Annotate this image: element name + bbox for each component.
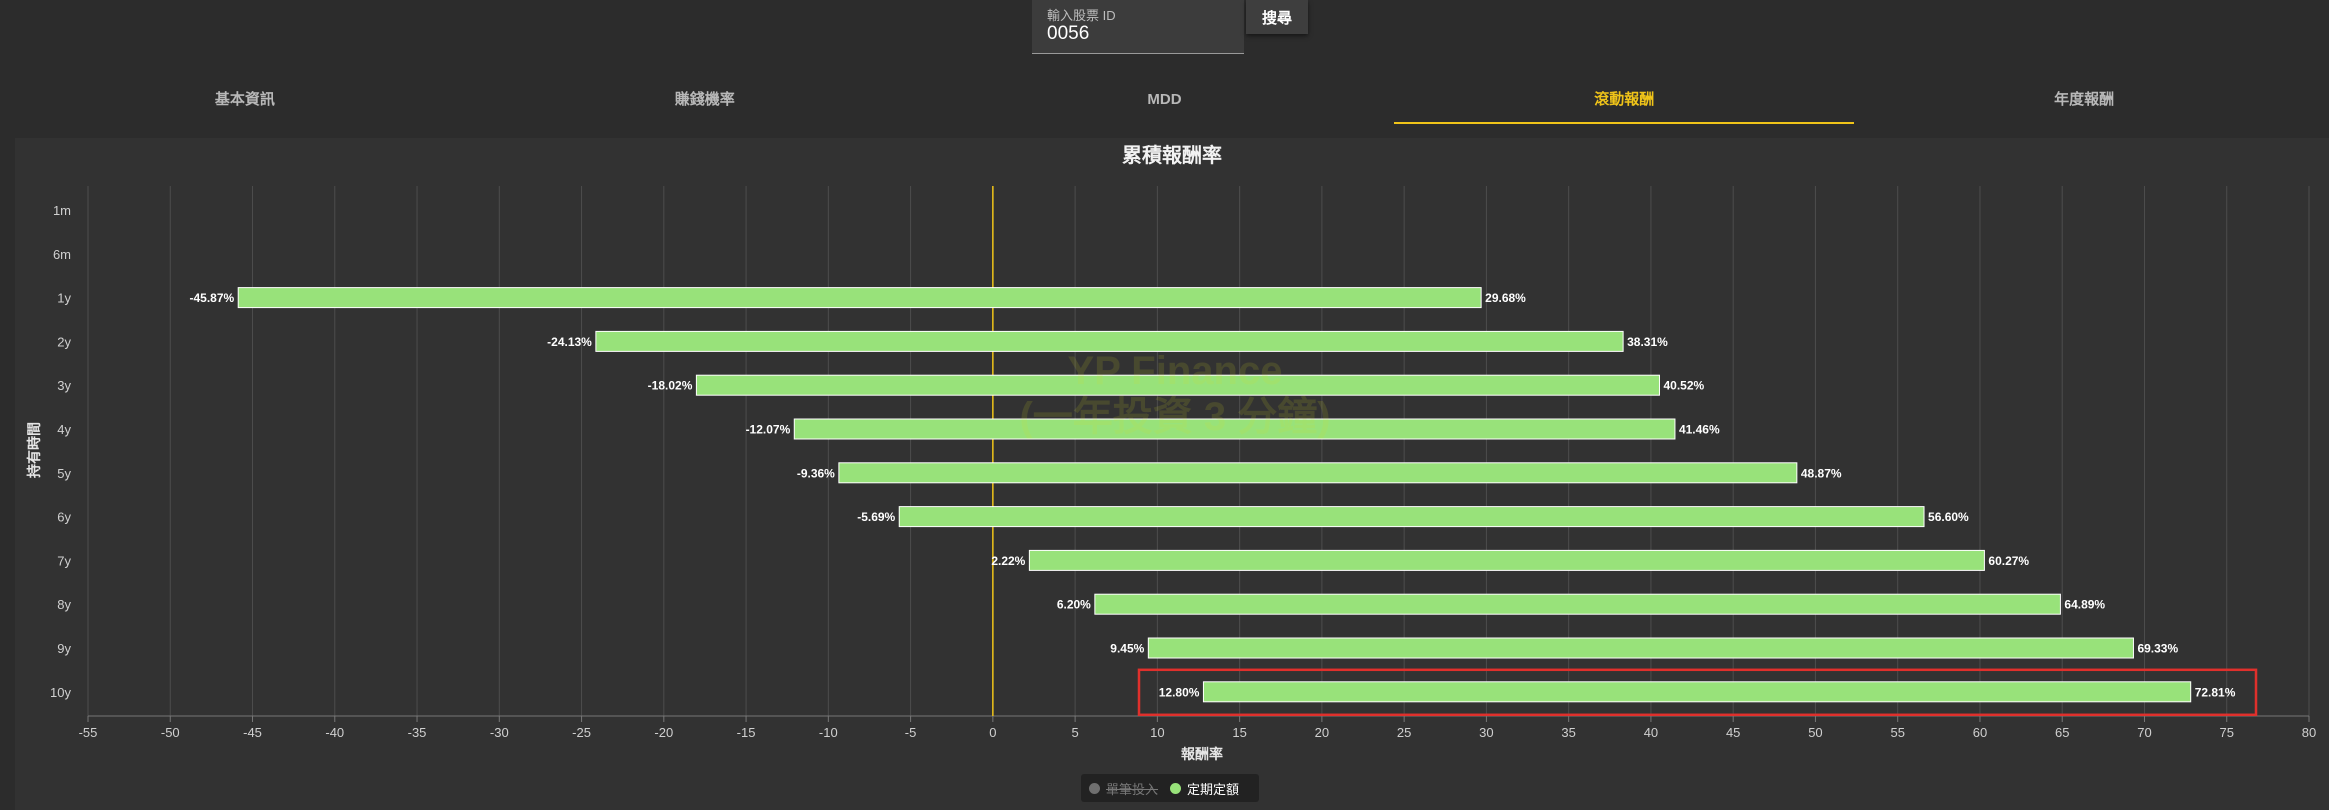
x-tick-label: 30 [1479, 725, 1493, 740]
tab-bar: 基本資訊 賺錢機率 MDD 滾動報酬 年度報酬 [0, 84, 2329, 126]
bar-min-label: -12.07% [746, 423, 791, 437]
bar-min-label: 2.22% [991, 554, 1025, 568]
y-tick-label: 3y [57, 378, 71, 393]
x-tick-label: -20 [654, 725, 673, 740]
x-tick-label: 10 [1150, 725, 1164, 740]
bar-2y [595, 330, 1624, 352]
legend-dot-icon [1089, 782, 1100, 794]
x-tick-label: 45 [1726, 725, 1740, 740]
x-tick-label: 20 [1315, 725, 1329, 740]
bar-min-label: -5.69% [857, 510, 895, 524]
legend-item-lump-sum[interactable]: 單筆投入 [1089, 779, 1158, 798]
bar-max-label: 38.31% [1627, 335, 1668, 349]
x-tick-label: 15 [1232, 725, 1246, 740]
bar-7y [1028, 549, 1985, 571]
bar-max-label: 41.46% [1679, 423, 1720, 437]
x-tick-label: 50 [1808, 725, 1822, 740]
y-tick-label: 8y [57, 597, 71, 612]
y-tick-label: 7y [57, 553, 71, 568]
x-tick-label: -55 [79, 725, 98, 740]
bar-min-label: 12.80% [1159, 685, 1200, 699]
tab-annual-return[interactable]: 年度報酬 [1854, 84, 2314, 126]
chart-legend: 單筆投入 定期定額 [1081, 774, 1259, 802]
bar-8y [1094, 593, 2061, 615]
y-tick-label: 2y [57, 334, 71, 349]
x-tick-label: -45 [243, 725, 262, 740]
bar-10y [1202, 681, 2192, 703]
bar-min-label: -24.13% [547, 335, 592, 349]
bar-max-label: 40.52% [1663, 379, 1704, 393]
y-tick-label: 1m [53, 203, 71, 218]
x-tick-label: 75 [2220, 725, 2234, 740]
x-tick-label: 35 [1561, 725, 1575, 740]
x-tick-label: 0 [989, 725, 996, 740]
x-tick-label: -50 [161, 725, 180, 740]
x-tick-label: 80 [2302, 725, 2316, 740]
x-tick-label: -30 [490, 725, 509, 740]
x-tick-label: -35 [408, 725, 427, 740]
x-tick-label: 55 [1890, 725, 1904, 740]
tab-basic-info[interactable]: 基本資訊 [15, 84, 475, 126]
tab-win-rate[interactable]: 賺錢機率 [475, 84, 935, 126]
bar-max-label: 64.89% [2064, 598, 2105, 612]
y-tick-label: 6y [57, 510, 71, 525]
tab-mdd[interactable]: MDD [935, 84, 1395, 126]
bar-min-label: 9.45% [1110, 642, 1144, 656]
x-tick-label: 40 [1644, 725, 1658, 740]
bar-max-label: 69.33% [2137, 642, 2178, 656]
bar-min-label: -45.87% [190, 291, 235, 305]
legend-label: 定期定額 [1187, 781, 1240, 797]
x-tick-label: 25 [1397, 725, 1411, 740]
bar-3y [695, 374, 1660, 396]
x-tick-label: 65 [2055, 725, 2069, 740]
bar-min-label: -18.02% [648, 379, 693, 393]
y-tick-label: 5y [57, 466, 71, 481]
rolling-return-chart: 累積報酬率-55 -50 -45 -40 -35 -30 -25 -20 -15 -10 -5 0 5 1… [26, 143, 2316, 762]
bar-max-label: 56.60% [1928, 510, 1969, 524]
legend-dot-icon [1170, 782, 1182, 794]
y-tick-label: 4y [57, 422, 71, 437]
chart-title: 累積報酬率 [1122, 143, 1222, 167]
x-tick-label: 5 [1071, 725, 1078, 740]
bar-max-label: 72.81% [2195, 685, 2236, 699]
y-tick-label: 10y [50, 685, 71, 700]
x-tick-label: -25 [572, 725, 591, 740]
y-tick-label: 1y [57, 291, 71, 306]
bar-6y [898, 506, 1925, 528]
x-tick-label: 60 [1973, 725, 1987, 740]
bar-max-label: 29.68% [1485, 291, 1526, 305]
bar-9y [1147, 637, 2134, 659]
x-tick-label: -15 [737, 725, 756, 740]
y-tick-label: 9y [57, 641, 71, 656]
tab-rolling-return[interactable]: 滾動報酬 [1394, 84, 1854, 126]
legend-item-dca[interactable]: 定期定額 [1170, 779, 1239, 798]
x-tick-label: -10 [819, 725, 838, 740]
x-tick-label: -40 [325, 725, 344, 740]
stock-id-field[interactable]: 輸入股票 ID [1032, 0, 1244, 54]
legend-label: 單筆投入 [1106, 781, 1159, 797]
y-tick-label: 6m [53, 247, 71, 262]
bar-min-label: 6.20% [1057, 598, 1091, 612]
bar-max-label: 48.87% [1801, 466, 1842, 480]
chart-panel: 累積報酬率 -55 -50 -45 -40 -35 -30 -25 -20 -15 -10 -5 0 5 1… [15, 138, 2329, 810]
bar-min-label: -9.36% [797, 466, 835, 480]
x-tick-label: 70 [2137, 725, 2151, 740]
search-button[interactable]: 搜尋 [1246, 0, 1308, 34]
stock-search: 輸入股票 ID 搜尋 [1032, 0, 1308, 54]
stock-id-input[interactable] [1047, 23, 1227, 45]
bar-1y [237, 287, 1482, 309]
x-axis-title: 報酬率 [1181, 746, 1223, 762]
bar-5y [838, 462, 1798, 484]
y-axis-title: 持有時間 [26, 422, 42, 478]
bar-max-label: 60.27% [1988, 554, 2029, 568]
bar-4y [793, 418, 1676, 440]
stock-id-label: 輸入股票 ID [1047, 8, 1116, 23]
x-tick-label: -5 [905, 725, 917, 740]
